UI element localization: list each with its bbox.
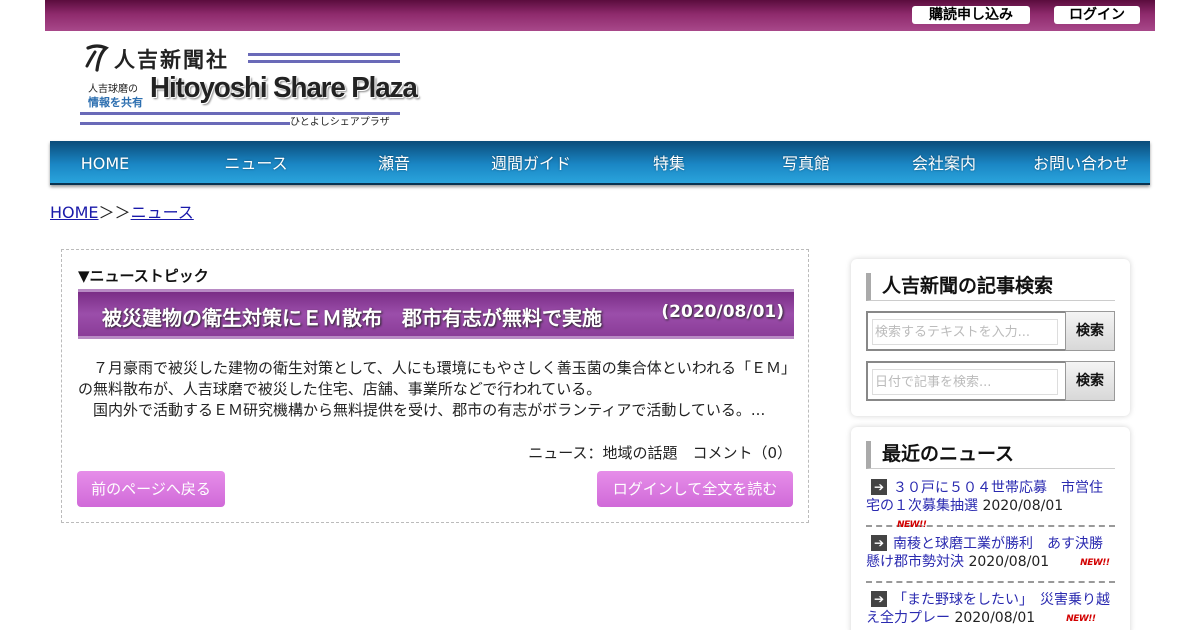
subscribe-button[interactable]: 購読申し込み [912,6,1030,24]
nav-home[interactable]: HOME [80,141,130,185]
date-search-placeholder: 日付で記事を検索... [872,369,1058,395]
nav-company[interactable]: 会社案内 [902,141,986,185]
logo-mark-icon [85,44,109,72]
text-search-button[interactable]: 検索 [1065,311,1115,351]
top-bar: 購読申し込み ログイン [45,0,1155,31]
text-search-input[interactable]: 検索するテキストを入力... [866,311,1065,351]
article-title: 被災建物の衛生対策にＥＭ散布 郡市有志が無料で実施 [102,306,602,330]
logo-kana-name: ひとよしシェアプラザ [290,117,390,128]
news-topic-card: ▼ニューストピック 被災建物の衛生対策にＥＭ散布 郡市有志が無料で実施 (202… [61,249,809,523]
article-headline-bar: 被災建物の衛生対策にＥＭ散布 郡市有志が無料で実施 (2020/08/01) [78,289,794,339]
logo-tagline: 情報を共有 [88,96,143,109]
news-item-text: 南稜と球磨工業が勝利 あす決勝懸け郡市勢対決 2020/08/01 NEW!! [866,535,1115,572]
list-item[interactable]: ３０戸に５０４世帯応募 市営住宅の１次募集抽選 2020/08/01NEW!! … [866,477,1115,530]
recent-news-panel: 最近のニュース ３０戸に５０４世帯応募 市営住宅の１次募集抽選 2020/08/… [851,427,1130,630]
logo-rule [80,122,290,125]
back-button[interactable]: 前のページへ戻る [77,471,225,507]
news-item-text: ３０戸に５０４世帯応募 市営住宅の１次募集抽選 2020/08/01NEW!! [866,479,1115,534]
breadcrumb-home-link[interactable]: HOME [50,203,99,222]
logo-english-name: Hitoyoshi Share Plaza [150,72,418,104]
new-badge: NEW!! [1080,558,1110,568]
nav-weekly-guide[interactable]: 週間ガイド [481,141,581,185]
recent-news-heading: 最近のニュース [866,441,1115,469]
news-item-date: 2020/08/01 [968,554,1050,570]
new-badge: NEW!! [1066,614,1096,624]
text-search-placeholder: 検索するテキストを入力... [872,319,1058,345]
news-item-date: 2020/08/01 [982,498,1064,514]
list-item[interactable]: 南稜と球磨工業が勝利 あす決勝懸け郡市勢対決 2020/08/01 NEW!! ➔ [866,533,1115,583]
news-item-date: 2020/08/01 [954,610,1036,626]
nav-feature[interactable]: 特集 [639,141,699,185]
logo-rule [248,60,400,63]
article-meta: ニュース：地域の話題 コメント（0） [528,444,792,462]
arrow-right-icon: ➔ [871,479,887,495]
nav-seon[interactable]: 瀬音 [364,141,424,185]
search-panel: 人吉新聞の記事検索 検索するテキストを入力... 検索 日付で記事を検索... … [851,259,1130,416]
main-nav: HOME ニュース 瀬音 週間ガイド 特集 写真館 会社案内 お問い合わせ [50,141,1150,185]
logo-japanese-name: 人吉新聞社 [114,47,229,72]
login-read-button[interactable]: ログインして全文を読む [597,471,793,507]
date-search-input[interactable]: 日付で記事を検索... [866,361,1065,401]
list-item[interactable]: 「また野球をしたい」 災害乗り越え全力プレー 2020/08/01 NEW!! ➔ [866,589,1115,630]
breadcrumb-news-link[interactable]: ニュース [131,203,194,222]
date-search-button[interactable]: 検索 [1065,361,1115,401]
article-paragraph: 国内外で活動するＥＭ研究機構から無料提供を受け、郡市の有志がボランティアで活動し… [78,401,766,419]
logo-rule [248,53,400,56]
date-search-form: 日付で記事を検索... 検索 [866,361,1115,401]
nav-photo[interactable]: 写真館 [771,141,841,185]
article-excerpt: ７月豪雨で被災した建物の衛生対策として、人にも環境にもやさしく善玉菌の集合体とい… [78,358,790,421]
text-search-form: 検索するテキストを入力... 検索 [866,311,1115,351]
arrow-right-icon: ➔ [871,591,887,607]
section-label: ▼ニューストピック [78,267,209,285]
news-item-text: 「また野球をしたい」 災害乗り越え全力プレー 2020/08/01 NEW!! [866,591,1115,628]
breadcrumb: HOME＞＞ニュース [50,199,194,223]
login-button[interactable]: ログイン [1054,6,1140,24]
breadcrumb-separator: ＞＞ [98,203,131,222]
site-logo[interactable]: 人吉新聞社 人吉球磨の 情報を共有 Hitoyoshi Share Plaza … [80,42,418,128]
article-date: (2020/08/01) [661,302,784,322]
logo-tagline: 人吉球磨の [88,84,138,95]
nav-contact[interactable]: お問い合わせ [1027,141,1135,185]
article-paragraph: ７月豪雨で被災した建物の衛生対策として、人にも環境にもやさしく善玉菌の集合体とい… [78,359,789,398]
arrow-right-icon: ➔ [871,535,887,551]
search-heading: 人吉新聞の記事検索 [866,273,1115,301]
new-badge: NEW!! [897,520,927,530]
nav-news[interactable]: ニュース [211,141,301,185]
